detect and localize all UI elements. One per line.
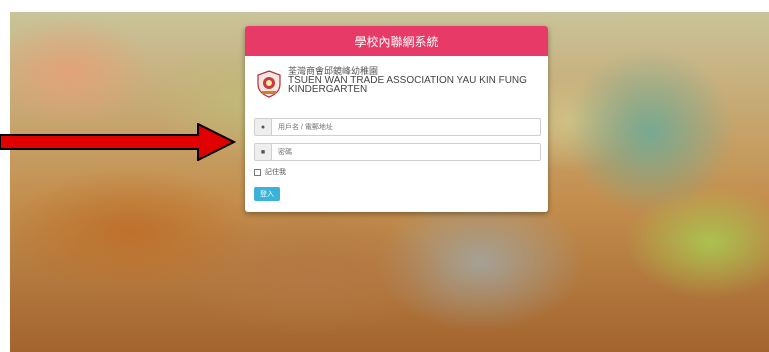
username-input[interactable] (272, 119, 540, 135)
school-info: 荃灣商會邱鏡峰幼稚園 TSUEN WAN TRADE ASSOCIATION Y… (254, 67, 544, 105)
system-title: 學校內聯網系統 (354, 34, 439, 49)
school-crest-icon (257, 70, 281, 98)
card-header: 學校內聯網系統 (245, 26, 548, 56)
remember-checkbox[interactable] (254, 168, 261, 176)
user-icon: ● (255, 119, 272, 135)
login-button[interactable]: 登入 (254, 187, 280, 201)
remember-me[interactable]: 記住我 (254, 167, 286, 177)
remember-label: 記住我 (265, 169, 286, 176)
password-field: ■ (254, 143, 541, 161)
arrow-right-icon (0, 123, 236, 161)
username-field: ● (254, 118, 541, 136)
login-card: 學校內聯網系統 荃灣商會邱鏡峰幼稚園 TSUEN WAN TRADE ASSOC… (245, 26, 548, 212)
school-name-en-line2: KINDERGARTEN (288, 84, 368, 95)
school-name: 荃灣商會邱鏡峰幼稚園 TSUEN WAN TRADE ASSOCIATION Y… (288, 67, 527, 95)
password-input[interactable] (272, 144, 540, 160)
lock-icon: ■ (255, 144, 272, 160)
